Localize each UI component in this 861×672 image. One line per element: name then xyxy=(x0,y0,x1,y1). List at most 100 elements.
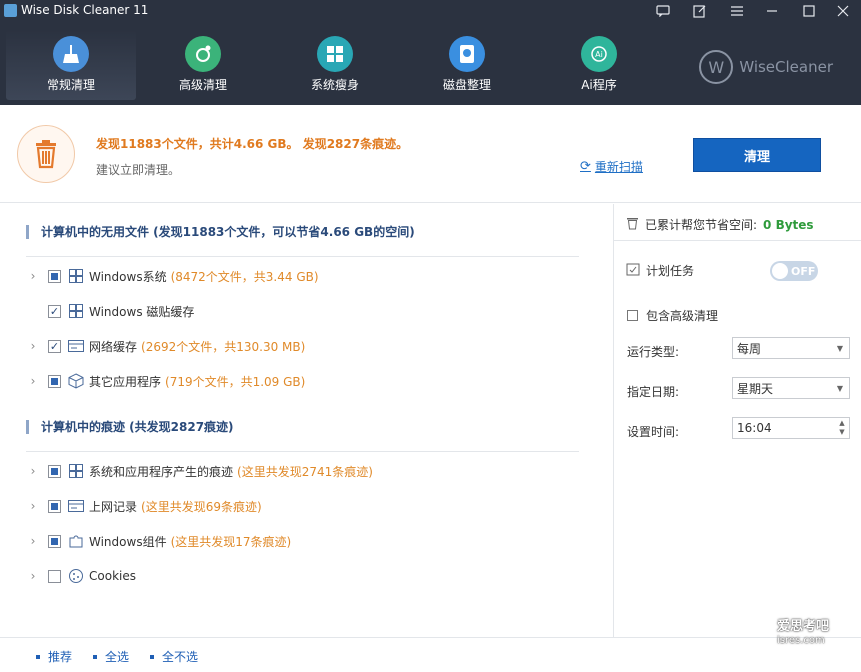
maximize-icon[interactable] xyxy=(795,0,823,22)
windows-system-icon xyxy=(68,268,84,284)
nav-tab-ai[interactable]: Ai Ai程序 xyxy=(534,32,664,102)
chevron-right-icon[interactable]: › xyxy=(26,374,40,388)
edit-icon[interactable] xyxy=(686,0,714,22)
feedback-icon[interactable] xyxy=(649,0,677,22)
select-all-link[interactable]: 全选 xyxy=(93,648,129,665)
select-none-label: 全不选 xyxy=(162,650,199,664)
rescan-link[interactable]: ⟳ 重新扫描 xyxy=(580,158,643,175)
brand-name: WiseCleaner xyxy=(739,58,833,76)
settings-pane: 已累计帮您节省空间: 0 Bytes 计划任务 OFF 包含高级清理 运行类型:… xyxy=(614,204,861,637)
saved-value: 0 Bytes xyxy=(763,217,814,232)
list-item[interactable]: › Cookies xyxy=(26,566,140,586)
svg-text:Ai: Ai xyxy=(595,50,603,59)
nav-label: 常规清理 xyxy=(46,78,95,92)
advanced-clean-checkbox[interactable]: 包含高级清理 xyxy=(627,307,718,324)
clean-items-pane: 计算机中的无用文件 (发现11883个文件，可以节省4.66 GB的空间) › … xyxy=(0,204,613,637)
nav-tab-system-slim[interactable]: 系统瘦身 xyxy=(270,32,400,102)
network-cache-icon xyxy=(68,338,84,354)
traces-section-title: 计算机中的痕迹 (共发现2827痕迹) xyxy=(26,420,234,434)
wisecleaner-logo: W WiseCleaner xyxy=(699,50,833,84)
list-item[interactable]: › 系统和应用程序产生的痕迹 (这里共发现2741条痕迹) xyxy=(26,461,373,481)
chevron-right-icon[interactable]: › xyxy=(26,269,40,283)
schedule-toggle[interactable]: OFF xyxy=(770,261,818,281)
recommend-link[interactable]: 推荐 xyxy=(36,648,72,665)
title-bar: Wise Disk Cleaner 11 xyxy=(0,0,861,22)
item-detail: (2692个文件，共130.30 MB) xyxy=(141,339,306,354)
select-none-link[interactable]: 全不选 xyxy=(150,648,198,665)
checkbox[interactable] xyxy=(48,534,61,548)
chevron-right-icon[interactable]: › xyxy=(26,339,40,353)
trash-small-icon xyxy=(626,216,639,233)
checkbox[interactable] xyxy=(48,269,61,283)
time-spinner[interactable]: 16:04 ▲ ▼ xyxy=(732,417,850,439)
browser-history-icon xyxy=(68,498,84,514)
checkbox[interactable] xyxy=(48,464,61,478)
item-label: 网络缓存 xyxy=(89,339,138,354)
list-item[interactable]: › 网络缓存 (2692个文件，共130.30 MB) xyxy=(26,336,306,356)
nav-tab-advanced-clean[interactable]: 高级清理 xyxy=(138,32,268,102)
run-type-select[interactable]: 每周 ▼ xyxy=(732,337,850,359)
list-item[interactable]: › 上网记录 (这里共发现69条痕迹) xyxy=(26,496,262,516)
run-type-label: 运行类型: xyxy=(627,345,680,359)
saved-label: 已累计帮您节省空间: xyxy=(645,218,758,232)
tile-cache-icon xyxy=(68,303,84,319)
minimize-icon[interactable] xyxy=(758,0,786,22)
schedule-label: 计划任务 xyxy=(646,264,695,278)
item-label: Windows系统 xyxy=(89,269,167,284)
checkbox[interactable] xyxy=(48,304,61,318)
item-label: Windows组件 xyxy=(89,534,167,549)
checkbox[interactable] xyxy=(48,569,61,583)
run-type-value: 每周 xyxy=(737,341,762,356)
trash-icon xyxy=(17,125,75,183)
checkbox[interactable] xyxy=(627,310,638,321)
chevron-right-icon[interactable]: › xyxy=(26,464,40,478)
list-item[interactable]: › Windows组件 (这里共发现17条痕迹) xyxy=(26,531,292,551)
chevron-right-icon[interactable]: › xyxy=(26,499,40,513)
divider xyxy=(614,240,861,241)
calendar-check-icon xyxy=(626,262,640,279)
item-detail: (这里共发现2741条痕迹) xyxy=(237,464,373,479)
deep-clean-icon xyxy=(185,36,221,72)
schedule-row: 计划任务 xyxy=(626,262,694,279)
checkbox[interactable] xyxy=(48,499,61,513)
advanced-label: 包含高级清理 xyxy=(646,309,719,323)
close-icon[interactable] xyxy=(829,0,857,22)
footer-bar: 推荐 全选 全不选 xyxy=(0,637,861,672)
item-label: Windows 磁贴缓存 xyxy=(89,304,195,319)
cookie-icon xyxy=(68,568,84,584)
item-label: 上网记录 xyxy=(89,499,138,514)
day-select[interactable]: 星期天 ▼ xyxy=(732,377,850,399)
bullet xyxy=(150,654,154,659)
defrag-icon xyxy=(449,36,485,72)
spinner-arrows[interactable]: ▲ ▼ xyxy=(835,419,849,437)
day-label: 指定日期: xyxy=(627,385,680,399)
day-value: 星期天 xyxy=(737,381,774,396)
time-label: 设置时间: xyxy=(627,425,680,439)
item-label: Cookies xyxy=(89,569,136,583)
divider xyxy=(26,451,579,452)
saved-space: 已累计帮您节省空间: 0 Bytes xyxy=(626,216,814,233)
toggle-knob xyxy=(772,263,788,279)
checkbox[interactable] xyxy=(48,374,61,388)
recommend-label: 推荐 xyxy=(48,650,73,664)
chevron-right-icon[interactable]: › xyxy=(26,534,40,548)
item-label: 系统和应用程序产生的痕迹 xyxy=(89,464,234,479)
item-detail: (8472个文件，共3.44 GB) xyxy=(170,269,319,284)
list-item[interactable]: Windows 磁贴缓存 xyxy=(26,301,198,321)
nav-label: 系统瘦身 xyxy=(310,78,359,92)
list-item[interactable]: › Windows系统 (8472个文件，共3.44 GB) xyxy=(26,266,319,286)
watermark-line1: 爱思考吧 xyxy=(777,619,830,634)
time-value: 16:04 xyxy=(737,421,772,435)
nav-label: 高级清理 xyxy=(178,78,227,92)
divider xyxy=(26,256,579,257)
nav-tab-defrag[interactable]: 磁盘整理 xyxy=(402,32,532,102)
checkbox[interactable] xyxy=(48,339,61,353)
arrow-down-icon[interactable]: ▼ xyxy=(839,428,844,437)
menu-icon[interactable] xyxy=(723,0,751,22)
nav-tab-common-clean[interactable]: 常规清理 xyxy=(6,30,136,100)
arrow-up-icon[interactable]: ▲ xyxy=(839,419,844,428)
list-item[interactable]: › 其它应用程序 (719个文件，共1.09 GB) xyxy=(26,371,305,391)
clean-button[interactable]: 清理 xyxy=(693,138,821,172)
bullet xyxy=(36,654,40,659)
chevron-right-icon[interactable]: › xyxy=(26,569,40,583)
